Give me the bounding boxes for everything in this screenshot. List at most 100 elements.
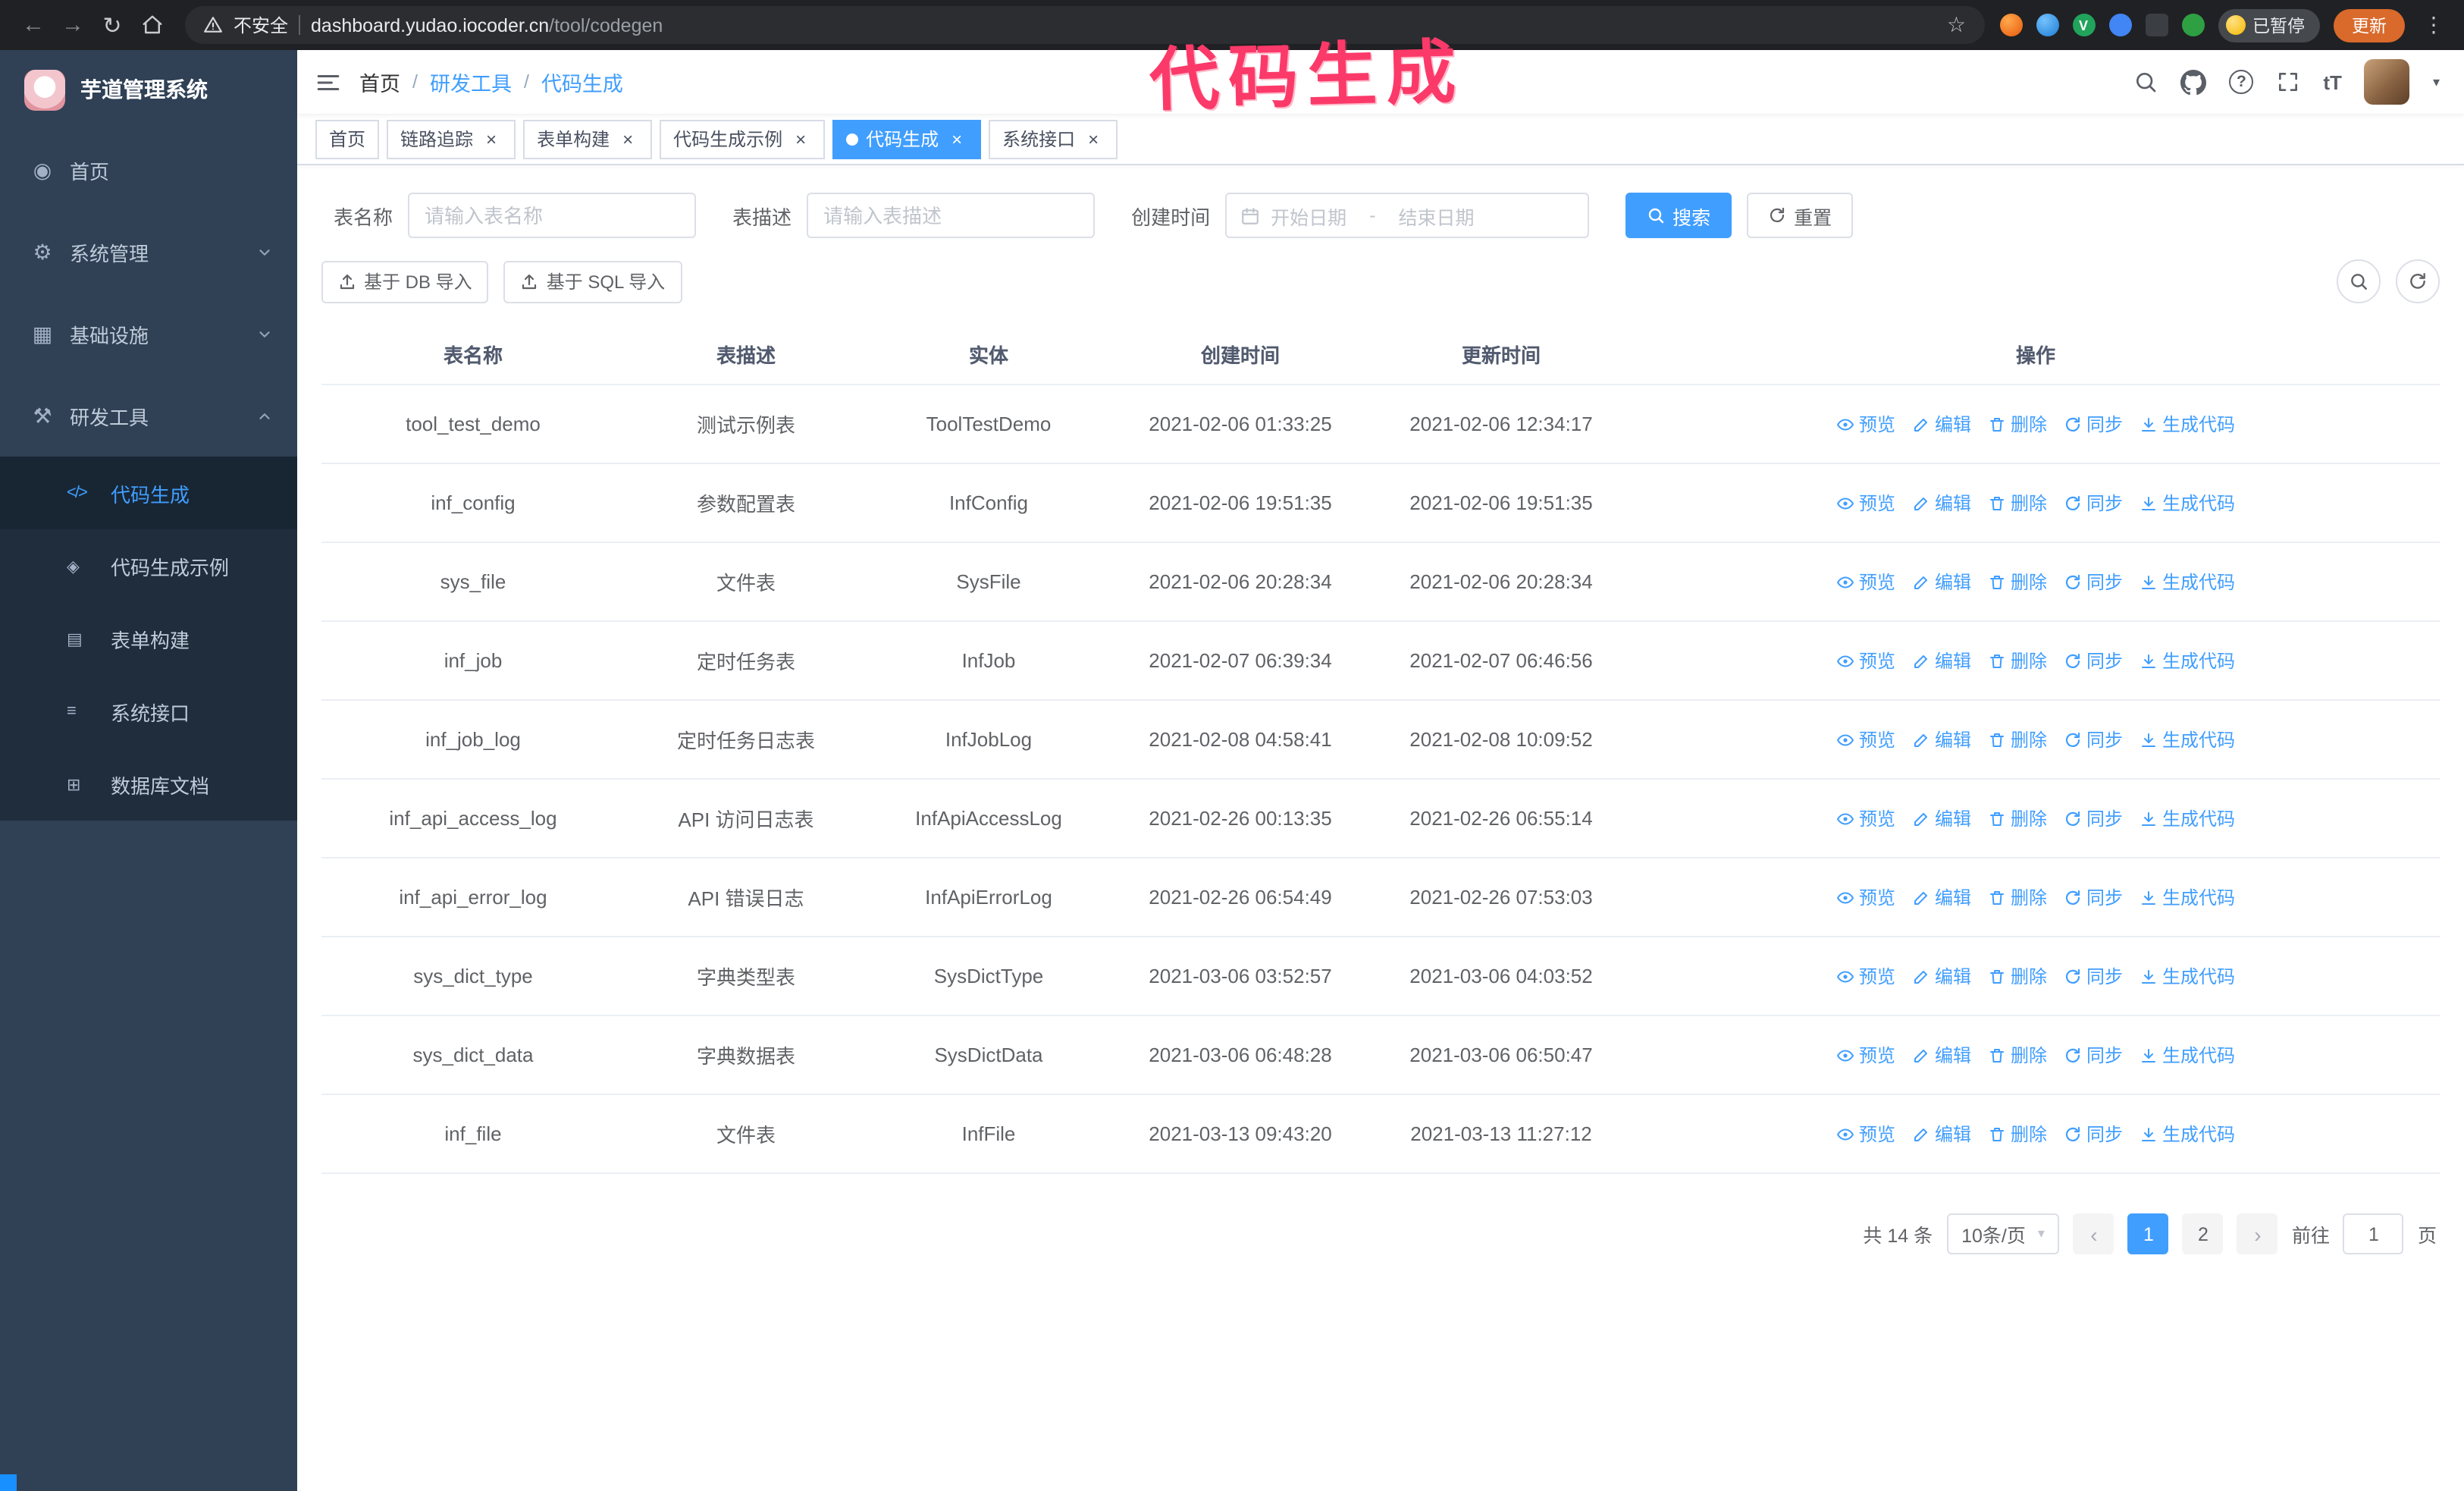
close-icon[interactable]: ×: [790, 128, 811, 149]
close-icon[interactable]: ×: [1083, 128, 1104, 149]
refresh-button[interactable]: [2396, 259, 2440, 303]
app-logo-row[interactable]: 芋道管理系统: [0, 50, 297, 129]
preview-action[interactable]: 预览: [1836, 1042, 1895, 1068]
sync-action[interactable]: 同步: [2064, 569, 2123, 595]
prev-page-button[interactable]: ‹: [2073, 1213, 2114, 1254]
delete-action[interactable]: 删除: [1988, 805, 2047, 831]
github-icon[interactable]: [2180, 69, 2207, 95]
view-tab[interactable]: 系统接口 ×: [989, 119, 1118, 159]
import-sql-button[interactable]: 基于 SQL 导入: [503, 260, 682, 303]
browser-forward-icon[interactable]: →: [55, 7, 91, 43]
preview-action[interactable]: 预览: [1836, 727, 1895, 752]
user-avatar[interactable]: [2364, 59, 2410, 105]
import-db-button[interactable]: 基于 DB 导入: [321, 260, 489, 303]
page-size-select[interactable]: 10条/页 ▾: [1946, 1213, 2060, 1254]
edit-action[interactable]: 编辑: [1912, 884, 1971, 910]
generate-code-action[interactable]: 生成代码: [2140, 727, 2235, 752]
generate-code-action[interactable]: 生成代码: [2140, 411, 2235, 437]
generate-code-action[interactable]: 生成代码: [2140, 1042, 2235, 1068]
edit-action[interactable]: 编辑: [1912, 805, 1971, 831]
bookmark-star-icon[interactable]: ☆: [1947, 12, 1966, 38]
delete-action[interactable]: 删除: [1988, 490, 2047, 516]
extension-people-icon[interactable]: [2108, 14, 2131, 36]
delete-action[interactable]: 删除: [1988, 648, 2047, 673]
breadcrumb-parent[interactable]: 研发工具: [430, 67, 512, 97]
address-bar[interactable]: 不安全 dashboard.yudao.iocoder.cn/tool/code…: [185, 6, 1984, 44]
edit-action[interactable]: 编辑: [1912, 411, 1971, 437]
browser-home-icon[interactable]: [133, 7, 170, 43]
preview-action[interactable]: 预览: [1836, 411, 1895, 437]
sidebar-submenu-item[interactable]: ⊞ 数据库文档: [0, 748, 297, 821]
sidebar-submenu-item[interactable]: ≡ 系统接口: [0, 675, 297, 748]
browser-menu-kebab-icon[interactable]: ⋮: [2419, 12, 2449, 38]
delete-action[interactable]: 删除: [1988, 411, 2047, 437]
page-button-2[interactable]: 2: [2182, 1213, 2224, 1254]
browser-update-button[interactable]: 更新: [2334, 8, 2405, 42]
view-tab[interactable]: 代码生成 ×: [832, 119, 982, 159]
sidebar-submenu-item[interactable]: ◈ 代码生成示例: [0, 529, 297, 602]
view-tab[interactable]: 代码生成示例 ×: [660, 119, 826, 159]
generate-code-action[interactable]: 生成代码: [2140, 1121, 2235, 1147]
reset-button[interactable]: 重置: [1747, 193, 1854, 238]
close-icon[interactable]: ×: [946, 128, 967, 149]
page-button-1[interactable]: 1: [2127, 1213, 2169, 1254]
sync-action[interactable]: 同步: [2064, 963, 2123, 989]
edit-action[interactable]: 编辑: [1912, 1121, 1971, 1147]
generate-code-action[interactable]: 生成代码: [2140, 963, 2235, 989]
delete-action[interactable]: 删除: [1988, 569, 2047, 595]
sidebar-submenu-item[interactable]: </> 代码生成: [0, 457, 297, 529]
hamburger-icon[interactable]: [315, 69, 341, 95]
view-tab[interactable]: 首页 ×: [315, 119, 380, 159]
generate-code-action[interactable]: 生成代码: [2140, 490, 2235, 516]
extension-fox-icon[interactable]: [1999, 14, 2022, 36]
generate-code-action[interactable]: 生成代码: [2140, 648, 2235, 673]
delete-action[interactable]: 删除: [1988, 727, 2047, 752]
generate-code-action[interactable]: 生成代码: [2140, 569, 2235, 595]
edit-action[interactable]: 编辑: [1912, 648, 1971, 673]
sidebar-menu-item[interactable]: ◉ 首页: [0, 129, 297, 211]
view-tab[interactable]: 表单构建 ×: [523, 119, 653, 159]
goto-page-input[interactable]: [2343, 1213, 2404, 1254]
delete-action[interactable]: 删除: [1988, 884, 2047, 910]
search-button[interactable]: 搜索: [1625, 193, 1732, 238]
font-size-icon[interactable]: tT: [2323, 71, 2342, 93]
sync-action[interactable]: 同步: [2064, 805, 2123, 831]
caret-down-icon[interactable]: ▾: [2433, 74, 2440, 90]
toggle-search-button[interactable]: [2337, 259, 2381, 303]
next-page-button[interactable]: ›: [2237, 1213, 2278, 1254]
delete-action[interactable]: 删除: [1988, 1042, 2047, 1068]
view-tab[interactable]: 链路追踪 ×: [387, 119, 516, 159]
preview-action[interactable]: 预览: [1836, 963, 1895, 989]
breadcrumb-home[interactable]: 首页: [359, 67, 400, 97]
sync-action[interactable]: 同步: [2064, 884, 2123, 910]
sidebar-menu-item[interactable]: ⚙ 系统管理: [0, 211, 297, 293]
sync-action[interactable]: 同步: [2064, 411, 2123, 437]
preview-action[interactable]: 预览: [1836, 884, 1895, 910]
edit-action[interactable]: 编辑: [1912, 1042, 1971, 1068]
create-time-range-picker[interactable]: 开始日期 - 结束日期: [1225, 193, 1590, 238]
browser-reload-icon[interactable]: ↻: [94, 7, 130, 43]
close-icon[interactable]: ×: [617, 128, 638, 149]
preview-action[interactable]: 预览: [1836, 490, 1895, 516]
edit-action[interactable]: 编辑: [1912, 569, 1971, 595]
sync-action[interactable]: 同步: [2064, 727, 2123, 752]
extension-drop-icon[interactable]: [2036, 14, 2058, 36]
preview-action[interactable]: 预览: [1836, 805, 1895, 831]
sidebar-menu-item[interactable]: ⚒ 研发工具: [0, 375, 297, 457]
url-text[interactable]: dashboard.yudao.iocoder.cn/tool/codegen: [311, 14, 663, 36]
table-name-input[interactable]: [408, 193, 697, 238]
help-icon[interactable]: ?: [2229, 70, 2254, 94]
sync-action[interactable]: 同步: [2064, 1121, 2123, 1147]
sync-action[interactable]: 同步: [2064, 1042, 2123, 1068]
edit-action[interactable]: 编辑: [1912, 490, 1971, 516]
table-desc-input[interactable]: [807, 193, 1096, 238]
generate-code-action[interactable]: 生成代码: [2140, 805, 2235, 831]
sidebar-submenu-item[interactable]: ▤ 表单构建: [0, 602, 297, 675]
preview-action[interactable]: 预览: [1836, 1121, 1895, 1147]
extension-vue-icon[interactable]: V: [2072, 14, 2095, 36]
header-search-icon[interactable]: [2133, 70, 2158, 94]
browser-back-icon[interactable]: ←: [15, 7, 52, 43]
generate-code-action[interactable]: 生成代码: [2140, 884, 2235, 910]
delete-action[interactable]: 删除: [1988, 963, 2047, 989]
sidebar-menu-item[interactable]: ▦ 基础设施: [0, 293, 297, 375]
